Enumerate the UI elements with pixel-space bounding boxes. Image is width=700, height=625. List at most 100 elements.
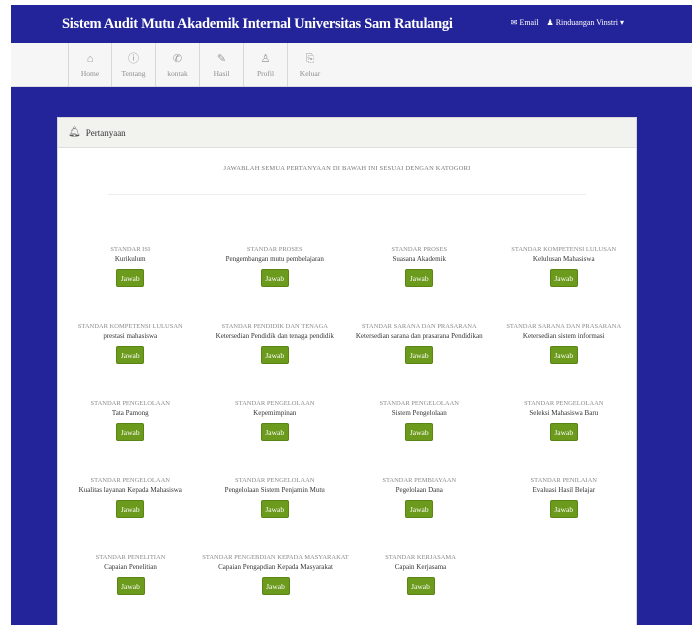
- standard-topic: Kepemimpinan: [253, 409, 297, 417]
- standard-topic: Capaian Pengapdian Kepada Masyarakat: [218, 563, 333, 571]
- standard-topic: Pengelolaan Sistem Penjamin Mutu: [224, 486, 325, 494]
- logout-icon: ⎘: [305, 52, 315, 65]
- nav-label: Keluar: [299, 68, 321, 78]
- phone-icon: ✆: [172, 52, 183, 65]
- jawab-button[interactable]: Jawab: [549, 346, 578, 364]
- nav-item-keluar[interactable]: ⎘ Keluar: [288, 43, 332, 87]
- question-row: STANDAR KOMPETENSI LULUSAN prestasi mahas…: [58, 322, 636, 399]
- standard-topic: Kelulusan Mahasiswa: [532, 255, 595, 263]
- nav-label: kontak: [167, 68, 188, 78]
- main-nav: ⌂ Home ⓘ Tentang ✆ kontak ✎ Hasil ♙ Profil ⎘ Keluar: [11, 43, 692, 87]
- user-area: ✉ Email ♟ Rinduangan Vinstri ▾: [511, 18, 624, 27]
- questions-panel: 🔔︎ Pertanyaan JAWABLAH SEMUA PERTANYAAN …: [57, 117, 637, 625]
- app-title: Sistem Audit Mutu Akademik Internal Univ…: [62, 16, 453, 32]
- jawab-button[interactable]: Jawab: [549, 500, 578, 518]
- standard-category: STANDAR KOMPETENSI LULUSAN: [511, 246, 617, 253]
- jawab-button[interactable]: Jawab: [405, 423, 434, 441]
- question-row: STANDAR PENELITIAN Capaian Penelitian Jawa…: [58, 553, 636, 625]
- standard-topic: Ketersedian sarana dan prasarana Pendidi…: [355, 332, 483, 340]
- jawab-button[interactable]: Jawab: [260, 269, 289, 287]
- jawab-button[interactable]: Jawab: [405, 269, 434, 287]
- question-card: STANDAR KOMPETENSI LULUSAN prestasi mahas…: [58, 322, 203, 399]
- question-card: STANDAR KERJASAMA Capain Kerjasama Jawab: [348, 553, 493, 625]
- user-icon: ♙: [260, 52, 271, 65]
- question-card: STANDAR PENGEBDIAN KEPADA MASYARAKAT Capa…: [202, 553, 349, 625]
- question-card: STANDAR KOMPETENSI LULUSAN Kelulusan Maha…: [492, 245, 637, 322]
- question-card: STANDAR PENGELOLAAN Pengelolaan Sistem Pe…: [203, 476, 348, 553]
- standard-category: STANDAR PENDIDIK DAN TENAGA: [221, 323, 328, 330]
- question-card: STANDAR ISI Kurikulum Jawab: [58, 245, 203, 322]
- divider: [108, 194, 586, 195]
- standard-topic: Kualitas layanan Kepada Mahasiswa: [78, 486, 182, 494]
- standard-topic: Kurikulum: [114, 255, 146, 263]
- jawab-button[interactable]: Jawab: [116, 346, 145, 364]
- questions-grid: STANDAR ISI Kurikulum Jawab STANDAR PROSES P…: [58, 245, 636, 625]
- standard-topic: Ketersedian sistem informasi: [522, 332, 605, 340]
- standard-category: STANDAR KERJASAMA: [385, 554, 456, 561]
- standard-topic: Evaluasi Hasil Belajar: [532, 486, 596, 494]
- question-card: STANDAR PENGELOLAAN Sistem Pengelolaan Jaw…: [347, 399, 492, 476]
- question-card: STANDAR PROSES Suasana Akademik Jawab: [347, 245, 492, 322]
- nav-item-tentang[interactable]: ⓘ Tentang: [112, 43, 156, 87]
- question-card: STANDAR PENDIDIK DAN TENAGA Ketersedian P…: [203, 322, 348, 399]
- standard-category: STANDAR PENGEBDIAN KEPADA MASYARAKAT: [202, 554, 349, 561]
- panel-header: 🔔︎ Pertanyaan: [58, 118, 636, 148]
- jawab-button[interactable]: Jawab: [406, 577, 435, 595]
- home-icon: ⌂: [86, 52, 94, 65]
- standard-category: STANDAR SARANA DAN PRASARANA: [506, 323, 622, 330]
- standard-category: STANDAR PENGELOLAAN: [524, 400, 604, 407]
- standard-topic: Seleksi Mahasiswa Baru: [529, 409, 599, 417]
- jawab-button[interactable]: Jawab: [405, 346, 434, 364]
- standard-topic: Pegelolaan Dana: [395, 486, 443, 494]
- nav-label: Home: [80, 68, 100, 78]
- question-card: STANDAR PROSES Pengembangan mutu pembelaj…: [203, 245, 348, 322]
- nav-item-hasil[interactable]: ✎ Hasil: [200, 43, 244, 87]
- standard-topic: Sistem Pengelolaan: [391, 409, 447, 417]
- question-card: STANDAR PENGELOLAAN Seleksi Mahasiswa Bar…: [492, 399, 637, 476]
- question-card: STANDAR PENGELOLAAN Tata Pamong Jawab: [58, 399, 203, 476]
- question-card: STANDAR SARANA DAN PRASARANA Ketersedian …: [347, 322, 492, 399]
- standard-topic: Suasana Akademik: [392, 255, 446, 263]
- nav-label: Tentang: [121, 68, 146, 78]
- nav-item-home[interactable]: ⌂ Home: [68, 43, 112, 87]
- nav-item-profil[interactable]: ♙ Profil: [244, 43, 288, 87]
- user-menu[interactable]: ♟ Rinduangan Vinstri ▾: [547, 18, 624, 27]
- standard-category: STANDAR PENGELOLAAN: [235, 400, 315, 407]
- question-card: STANDAR PENELITIAN Capaian Penelitian Jawa…: [58, 553, 203, 625]
- standard-category: STANDAR PENGELOLAAN: [90, 400, 170, 407]
- nav-label: Hasil: [213, 68, 230, 78]
- nav-item-kontak[interactable]: ✆ kontak: [156, 43, 200, 87]
- standard-topic: Ketersedian Pendidik dan tenaga pendidik: [215, 332, 334, 340]
- standard-topic: Capaian Penelitian: [104, 563, 157, 571]
- jawab-button[interactable]: Jawab: [261, 577, 290, 595]
- panel-title: Pertanyaan: [85, 127, 126, 138]
- bell-icon: 🔔︎: [68, 127, 81, 138]
- standard-category: STANDAR PENGELOLAAN: [90, 477, 170, 484]
- question-row: STANDAR PENGELOLAAN Tata Pamong Jawab STAND…: [58, 399, 636, 476]
- panel-instruction: JAWABLAH SEMUA PERTANYAAN DI BAWAH INI S…: [223, 165, 471, 172]
- standard-category: STANDAR PENILAIAN: [530, 477, 597, 484]
- email-link[interactable]: ✉ Email: [511, 18, 539, 27]
- jawab-button[interactable]: Jawab: [260, 423, 289, 441]
- standard-category: STANDAR PENGELOLAAN: [379, 400, 459, 407]
- jawab-button[interactable]: Jawab: [116, 423, 145, 441]
- pen-icon: ✎: [216, 52, 227, 65]
- standard-category: STANDAR PEMBIAYAAN: [382, 477, 457, 484]
- jawab-button[interactable]: Jawab: [549, 269, 578, 287]
- jawab-button[interactable]: Jawab: [116, 500, 145, 518]
- question-card: STANDAR PENILAIAN Evaluasi Hasil Belajar J…: [492, 476, 637, 553]
- question-row: STANDAR PENGELOLAAN Kualitas layanan Kepa…: [58, 476, 636, 553]
- top-bar: Sistem Audit Mutu Akademik Internal Univ…: [11, 5, 692, 43]
- email-label: Email: [519, 18, 539, 27]
- jawab-button[interactable]: Jawab: [116, 269, 145, 287]
- question-card: STANDAR PENGELOLAAN Kualitas layanan Kepa…: [58, 476, 203, 553]
- jawab-button[interactable]: Jawab: [260, 500, 289, 518]
- question-card: STANDAR PEMBIAYAAN Pegelolaan Dana Jawab: [347, 476, 492, 553]
- standard-topic: Pengembangan mutu pembelajaran: [225, 255, 324, 263]
- standard-category: STANDAR KOMPETENSI LULUSAN: [77, 323, 183, 330]
- app-frame: Sistem Audit Mutu Akademik Internal Univ…: [11, 5, 692, 625]
- jawab-button[interactable]: Jawab: [116, 577, 145, 595]
- jawab-button[interactable]: Jawab: [405, 500, 434, 518]
- jawab-button[interactable]: Jawab: [260, 346, 289, 364]
- jawab-button[interactable]: Jawab: [549, 423, 578, 441]
